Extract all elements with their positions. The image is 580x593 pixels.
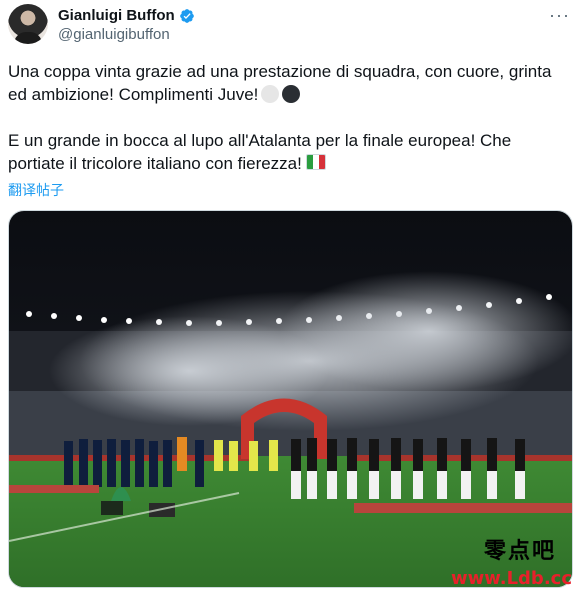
author-names: Gianluigi Buffon @gianluigibuffon (58, 6, 195, 44)
tweet-paragraph-1: Una coppa vinta grazie ad una prestazion… (8, 60, 568, 106)
more-options-icon[interactable]: ··· (549, 6, 570, 24)
tweet-paragraph-1-text: Una coppa vinta grazie ad una prestazion… (8, 62, 552, 104)
black-circle-icon (282, 85, 301, 103)
translate-post-link[interactable]: 翻译帖子 (8, 180, 64, 200)
watermark-url: www.Ldb.cc (451, 568, 572, 589)
italy-flag-icon (305, 154, 326, 170)
stadium-team-lineup-photo-icon (9, 211, 572, 587)
tweet-text: Una coppa vinta grazie ad una prestazion… (8, 60, 568, 175)
verified-badge-icon (179, 8, 194, 23)
tweet-card: Gianluigi Buffon @gianluigibuffon ··· Un… (0, 0, 580, 593)
tweet-paragraph-2: E un grande in bocca al lupo all'Atalant… (8, 129, 568, 175)
avatar[interactable] (8, 4, 48, 44)
avatar-figure (14, 32, 42, 44)
white-circle-icon (261, 85, 280, 103)
handle[interactable]: @gianluigibuffon (58, 25, 195, 44)
tweet-header: Gianluigi Buffon @gianluigibuffon ··· (8, 4, 572, 48)
display-name-row: Gianluigi Buffon (58, 6, 195, 25)
watermark-chinese: 零点吧 (483, 538, 556, 564)
tweet-paragraph-2-text: E un grande in bocca al lupo all'Atalant… (8, 131, 512, 173)
display-name[interactable]: Gianluigi Buffon (58, 6, 175, 25)
tweet-photo[interactable] (8, 210, 573, 588)
